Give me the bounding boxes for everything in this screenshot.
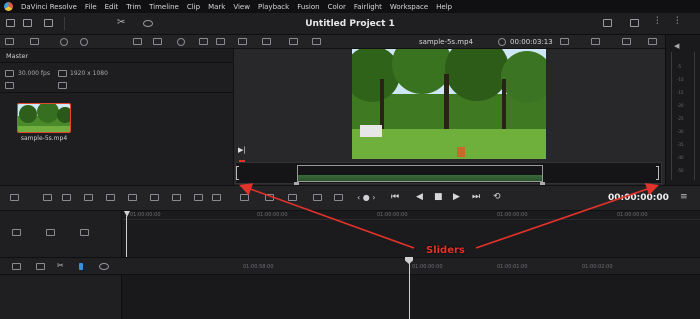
annotation-arrows bbox=[238, 183, 660, 249]
left-arrow bbox=[238, 183, 415, 249]
annotation-label: Sliders bbox=[426, 245, 465, 256]
right-arrow bbox=[475, 183, 660, 249]
